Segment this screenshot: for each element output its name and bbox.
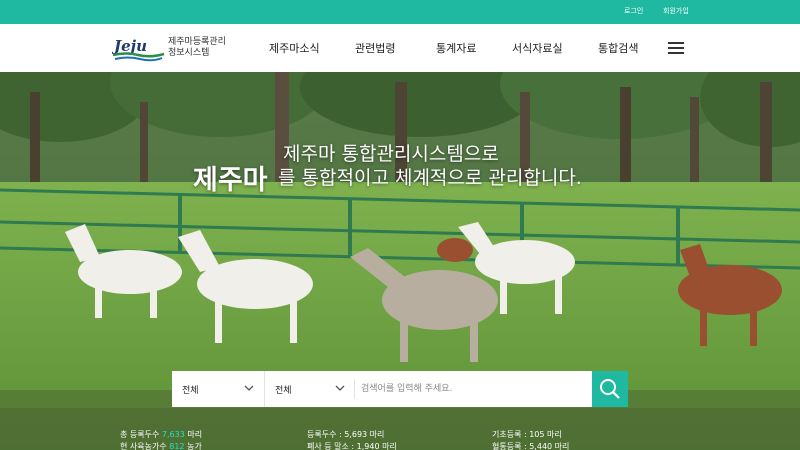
search-icon xyxy=(600,379,620,399)
join-link[interactable]: 회원가입 xyxy=(663,6,689,16)
stat-total-label: 총 등록두수 xyxy=(120,430,160,439)
hero-line1: 제주마 통합관리시스템으로 xyxy=(283,143,499,165)
category-select-2-value: 전체 xyxy=(275,386,292,396)
nav-item-statistics[interactable]: 통계자료 xyxy=(436,40,476,56)
stat-farms: 현 사육농가수 812 농가 xyxy=(120,441,202,450)
category-select-2[interactable]: 전체 xyxy=(264,371,354,407)
stat-total-horses: 총 등록두수 7,633 마리 xyxy=(120,429,202,440)
stat-farms-label: 현 사육농가수 xyxy=(120,442,167,450)
site-header: Jeju 제주마등록관리 정보시스템 제주마소식 관련법령 통계자료 서식자료실… xyxy=(0,24,800,72)
stat-registered: 등록두수 : 5,693 마리 xyxy=(307,430,385,439)
stat-pedigree-registration: 혈통등록 : 5,440 마리 xyxy=(492,442,570,450)
search-input[interactable] xyxy=(354,379,590,399)
stat-total-unit: 마리 xyxy=(187,430,203,439)
chevron-down-icon xyxy=(244,385,254,391)
nav-item-forms[interactable]: 서식자료실 xyxy=(512,40,563,56)
logo-line2: 정보시스템 xyxy=(168,48,210,58)
nav-item-news[interactable]: 제주마소식 xyxy=(269,40,320,56)
logo-line1: 제주마등록관리 xyxy=(168,37,226,47)
chevron-down-icon xyxy=(335,385,345,391)
svg-text:Jeju: Jeju xyxy=(112,37,147,55)
hamburger-menu-icon[interactable] xyxy=(668,42,684,54)
statistics-strip: 총 등록두수 7,633 마리 현 사육농가수 812 농가 등록두수 : 5,… xyxy=(0,408,800,450)
stat-dead-removed: 폐사 등 말소 : 1,940 마리 xyxy=(307,442,397,450)
login-link[interactable]: 로그인 xyxy=(624,6,643,16)
category-select-1[interactable]: 전체 xyxy=(172,371,264,407)
search-button[interactable] xyxy=(592,371,628,407)
stat-total-value: 7,633 xyxy=(161,430,185,439)
stat-basic-registration: 기초등록 : 105 마리 xyxy=(492,430,562,439)
stat-farms-value: 812 xyxy=(169,442,185,450)
logo-text: 제주마등록관리 정보시스템 xyxy=(168,37,226,59)
search-bar: 전체 전체 xyxy=(172,371,628,407)
nav-item-laws[interactable]: 관련법령 xyxy=(355,40,395,56)
top-utility-bar: 로그인 회원가입 xyxy=(0,0,800,24)
site-logo[interactable]: Jeju 제주마등록관리 정보시스템 xyxy=(112,35,232,63)
hero-line2: 를 통합적이고 체계적으로 관리합니다. xyxy=(278,167,582,189)
category-select-1-value: 전체 xyxy=(182,386,199,396)
nav-item-search[interactable]: 통합검색 xyxy=(598,40,638,56)
hero-brush-word: 제주마 xyxy=(193,165,268,196)
jeju-logo-mark: Jeju xyxy=(112,37,165,62)
stat-farms-unit: 농가 xyxy=(187,442,202,450)
